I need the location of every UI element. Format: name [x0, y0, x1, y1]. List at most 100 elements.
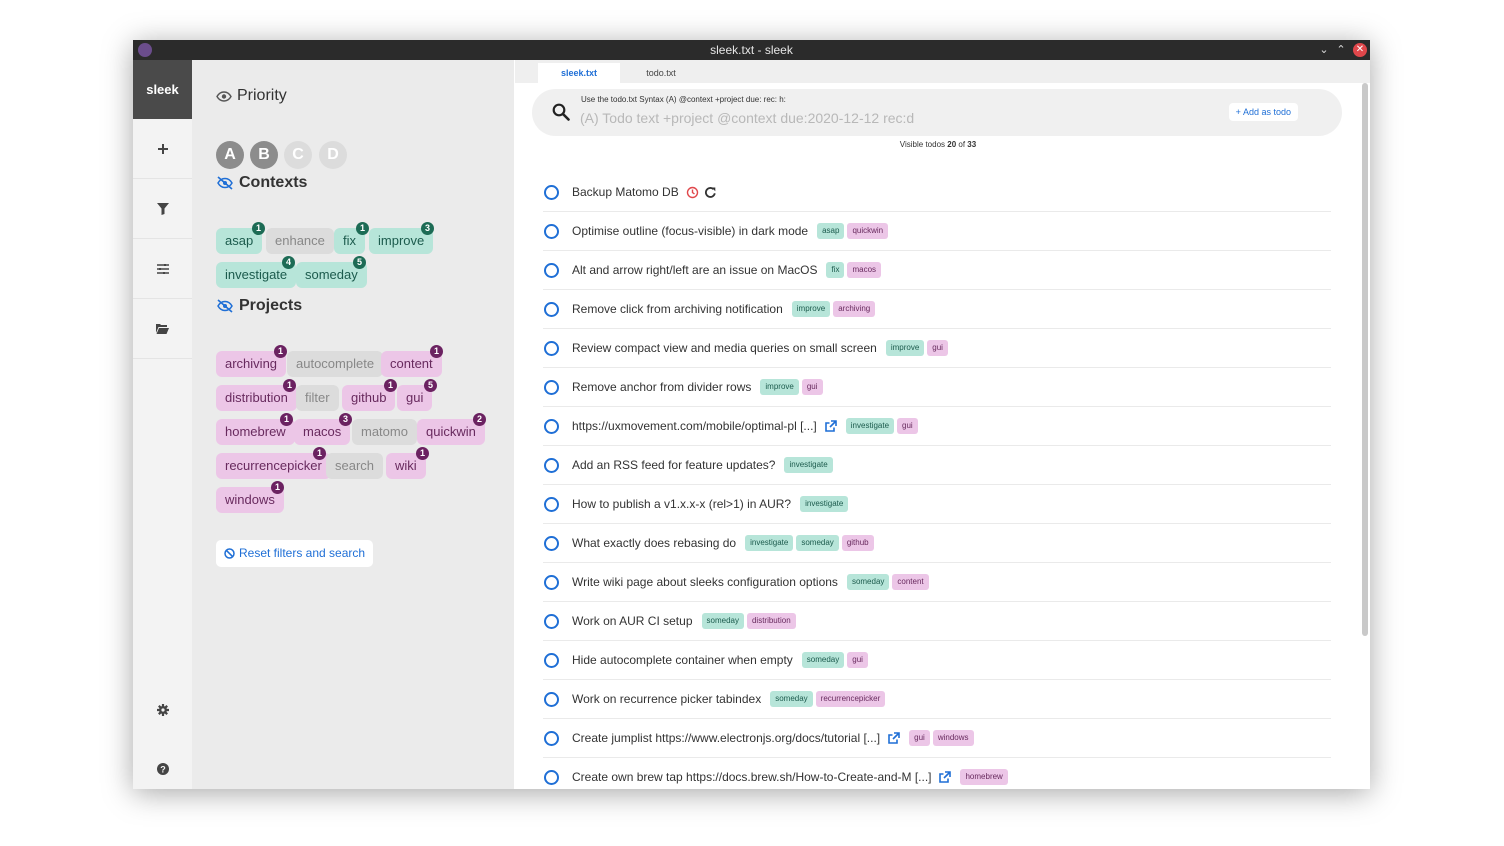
view-settings-button[interactable] [133, 239, 192, 299]
open-file-button[interactable] [133, 299, 192, 359]
project-chip-filter[interactable]: filter [296, 385, 339, 411]
complete-checkbox[interactable] [544, 184, 559, 200]
external-link-icon[interactable] [887, 731, 900, 745]
todo-text: How to publish a v1.x.x-x (rel>1) in AUR… [572, 497, 792, 511]
maximize-icon[interactable]: ⌃ [1333, 42, 1349, 58]
context-tag[interactable]: improve [791, 301, 831, 317]
context-tag[interactable]: improve [760, 379, 799, 395]
todo-row[interactable]: Remove anchor from divider rows improve gu… [543, 368, 1331, 407]
project-tag[interactable]: content [892, 574, 929, 590]
external-link-icon[interactable] [938, 770, 952, 784]
todo-input[interactable] [580, 109, 1200, 127]
project-tag[interactable]: github [841, 535, 874, 551]
project-chip-autocomplete[interactable]: autocomplete [287, 351, 384, 377]
complete-checkbox[interactable] [544, 613, 559, 629]
todo-row[interactable]: Add an RSS feed for feature updates? inve… [543, 446, 1331, 485]
project-tag[interactable]: distribution [746, 613, 796, 629]
context-tag[interactable]: someday [770, 691, 813, 707]
context-tag[interactable]: someday [796, 535, 839, 551]
context-chip-enhance[interactable]: enhance [266, 228, 334, 254]
add-todo-button[interactable] [133, 119, 192, 179]
title-bar: sleek.txt - sleek ⌄ ⌃ ✕ [133, 40, 1370, 60]
todo-row[interactable]: Remove click from archiving notification… [543, 290, 1331, 329]
settings-button[interactable] [133, 680, 192, 739]
project-tag[interactable]: gui [801, 379, 823, 395]
complete-checkbox[interactable] [544, 730, 559, 746]
todo-row[interactable]: https://uxmovement.com/mobile/optimal-pl… [543, 407, 1331, 446]
external-link-icon[interactable] [824, 419, 837, 433]
context-tag[interactable]: improve [885, 340, 925, 356]
project-tag[interactable]: archiving [833, 301, 876, 317]
context-count-asap: 1 [252, 222, 265, 235]
todo-row[interactable]: How to publish a v1.x.x-x (rel>1) in AUR… [543, 485, 1331, 524]
complete-checkbox[interactable] [544, 574, 559, 590]
project-tag[interactable]: homebrew [960, 769, 1008, 785]
close-icon[interactable]: ✕ [1353, 43, 1367, 57]
todo-row[interactable]: What exactly does rebasing do investigate… [543, 524, 1331, 563]
todo-row[interactable]: Optimise outline (focus-visible) in dark… [543, 212, 1331, 251]
complete-checkbox[interactable] [544, 457, 559, 473]
context-tag[interactable]: someday [701, 613, 744, 629]
todo-row[interactable]: Create jumplist https://www.electronjs.o… [543, 719, 1331, 758]
context-tag[interactable]: someday [846, 574, 890, 590]
todo-row[interactable]: Alt and arrow right/left are an issue on… [543, 251, 1331, 290]
complete-checkbox[interactable] [544, 769, 559, 785]
help-button[interactable]: ? [133, 739, 192, 789]
project-tag[interactable]: gui [927, 340, 948, 356]
complete-checkbox[interactable] [544, 691, 559, 707]
visible-sep: of [958, 140, 966, 149]
project-chip-search[interactable]: search [326, 453, 384, 479]
context-tag[interactable]: investigate [745, 535, 794, 551]
complete-checkbox[interactable] [544, 340, 559, 356]
todo-row[interactable]: Backup Matomo DB [543, 173, 1331, 212]
context-tag[interactable]: asap [817, 223, 845, 239]
context-tag[interactable]: someday [801, 652, 845, 668]
todo-row[interactable]: Write wiki page about sleeks configurati… [543, 563, 1331, 602]
reset-filters-button[interactable]: Reset filters and search [216, 540, 374, 567]
complete-checkbox[interactable] [544, 535, 559, 551]
context-tag[interactable]: fix [826, 262, 845, 278]
todo-text: Hide autocomplete container when empty [572, 653, 793, 667]
complete-checkbox[interactable] [544, 418, 559, 434]
project-tag[interactable]: recurrencepicker [815, 691, 886, 707]
todo-row[interactable]: Work on AUR CI setup someday distribution [543, 602, 1331, 641]
add-as-todo-label: Add as todo [1242, 107, 1291, 117]
complete-checkbox[interactable] [544, 496, 559, 512]
todo-text: Remove anchor from divider rows [572, 380, 752, 394]
context-tag[interactable]: investigate [845, 418, 895, 434]
priority-b-button[interactable]: B [250, 141, 278, 169]
todo-row[interactable]: Work on recurrence picker tabindex someda… [543, 680, 1331, 719]
tab-sleek-txt[interactable]: sleek.txt [538, 63, 620, 83]
app-logo: sleek [133, 60, 192, 119]
project-tag[interactable]: gui [909, 730, 930, 746]
tab-todo-txt[interactable]: todo.txt [620, 63, 702, 83]
minimize-icon[interactable]: ⌄ [1316, 42, 1332, 58]
project-tag[interactable]: windows [932, 730, 974, 746]
contexts-title: Contexts [239, 174, 308, 191]
priority-d-button[interactable]: D [319, 141, 347, 169]
todo-row[interactable]: Review compact view and media queries on… [543, 329, 1331, 368]
context-tag[interactable]: investigate [784, 457, 833, 473]
complete-checkbox[interactable] [544, 379, 559, 395]
add-as-todo-button[interactable]: + Add as todo [1228, 103, 1298, 121]
priority-a-button[interactable]: A [216, 141, 244, 169]
project-tag[interactable]: gui [847, 652, 868, 668]
plus-icon [157, 143, 168, 154]
complete-checkbox[interactable] [544, 652, 559, 668]
scrollbar[interactable] [1362, 83, 1368, 636]
context-tag[interactable]: investigate [800, 496, 849, 512]
project-chip-matomo[interactable]: matomo [352, 419, 417, 445]
filter-button[interactable] [133, 179, 192, 239]
complete-checkbox[interactable] [544, 301, 559, 317]
context-count-improve: 3 [421, 222, 434, 235]
todo-row[interactable]: Hide autocomplete container when empty so… [543, 641, 1331, 680]
project-tag[interactable]: quickwin [847, 223, 889, 239]
priority-c-button[interactable]: C [284, 141, 312, 169]
project-tag[interactable]: macos [847, 262, 882, 278]
complete-checkbox[interactable] [544, 223, 559, 239]
todo-row[interactable]: Create own brew tap https://docs.brew.sh… [543, 758, 1331, 789]
todo-text: What exactly does rebasing do [572, 536, 737, 550]
project-tag[interactable]: gui [897, 418, 918, 434]
visible-todos-counter: Visible todos 20 of 33 [515, 140, 1361, 149]
complete-checkbox[interactable] [544, 262, 559, 278]
